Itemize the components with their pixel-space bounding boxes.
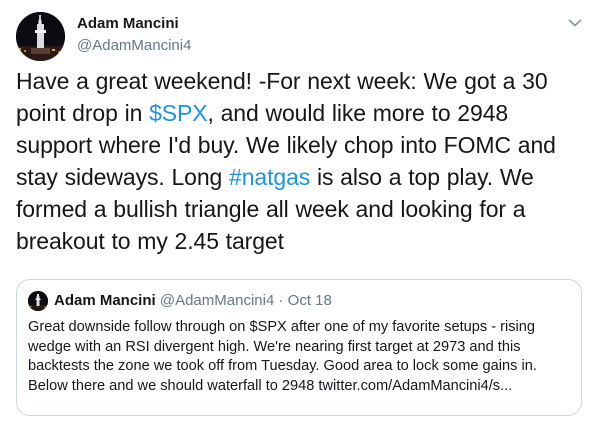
quoted-separator: · xyxy=(278,292,284,309)
quoted-author-avatar xyxy=(28,291,48,311)
quoted-author-handle: @AdamMancini4 xyxy=(159,292,275,309)
tweet-menu-button[interactable] xyxy=(564,12,586,34)
avatar-city-tower-icon xyxy=(16,12,65,61)
hashtag-natgas-link[interactable]: #natgas xyxy=(229,164,310,190)
tweet-card: Adam Mancini @AdamMancini4 Have a great … xyxy=(0,0,595,424)
chevron-down-icon xyxy=(568,19,582,27)
quoted-tweet-body: Great downside follow through on $SPX af… xyxy=(28,319,537,394)
author-handle[interactable]: @AdamMancini4 xyxy=(77,36,191,56)
quoted-tweet-header: Adam Mancini @AdamMancini4 · Oct 18 xyxy=(54,291,332,311)
quoted-tweet-date: Oct 18 xyxy=(287,292,332,309)
quoted-author-name: Adam Mancini xyxy=(54,292,156,309)
avatar-city-tower-icon xyxy=(28,291,48,311)
cashtag-spx-link[interactable]: $SPX xyxy=(149,100,208,126)
author-name[interactable]: Adam Mancini xyxy=(77,14,179,34)
tweet-body: Have a great weekend! -For next week: We… xyxy=(16,65,586,257)
quoted-tweet-card[interactable]: Adam Mancini @AdamMancini4 · Oct 18 Grea… xyxy=(16,279,582,416)
author-avatar[interactable] xyxy=(16,12,65,61)
